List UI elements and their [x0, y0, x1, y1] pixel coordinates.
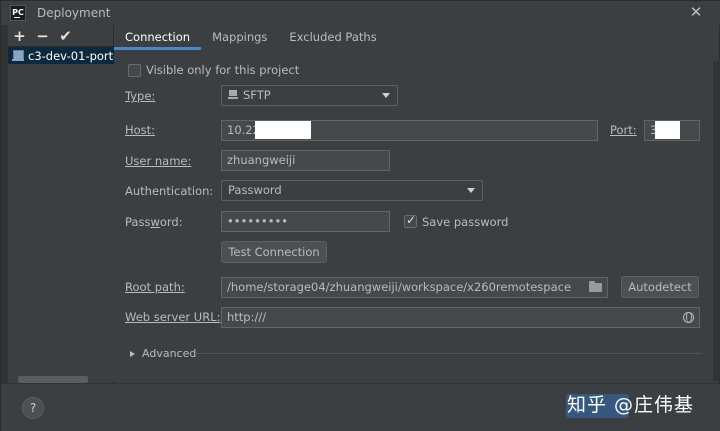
save-password-label: Save password [422, 215, 509, 229]
pycharm-icon: PC [10, 5, 26, 21]
left-edge [1, 25, 8, 385]
watermark: 知乎 @庄伟基 [567, 394, 695, 416]
help-button[interactable]: ? [22, 397, 44, 419]
authentication-label: Authentication: [125, 184, 214, 198]
deployment-dialog: PC Deployment ✕ + − ✔ c3-dev-01-port-f C… [0, 0, 720, 431]
web-server-url-field[interactable]: http:/// [221, 307, 700, 328]
root-path-label: Root path: [125, 280, 185, 294]
web-server-url-label: Web server URL: [125, 310, 221, 324]
tab-excluded-paths[interactable]: Excluded Paths [278, 25, 387, 50]
type-label: Type: [125, 89, 156, 103]
folder-icon[interactable] [589, 281, 602, 292]
port-label: Port: [610, 123, 637, 137]
root-path-field[interactable]: /home/storage04/zhuangweiji/workspace/x2… [221, 277, 608, 298]
advanced-divider [195, 353, 701, 354]
port-redaction [655, 121, 680, 139]
title-bar: PC Deployment ✕ [1, 1, 720, 25]
username-label: User name: [125, 154, 192, 168]
web-server-url-value: http:/// [227, 310, 267, 324]
autodetect-button[interactable]: Autodetect [621, 276, 699, 298]
host-redaction [255, 121, 311, 139]
save-password-checkbox[interactable] [404, 213, 417, 228]
root-path-value: /home/storage04/zhuangweiji/workspace/x2… [227, 280, 572, 294]
tab-bar: Connection Mappings Excluded Paths [114, 25, 720, 50]
sftp-icon [228, 90, 239, 100]
authentication-value: Password [228, 183, 282, 197]
window-title: Deployment [37, 6, 111, 20]
test-connection-button[interactable]: Test Connection [221, 241, 327, 263]
remove-server-button[interactable]: − [36, 28, 49, 44]
server-item-label: c3-dev-01-port-f [28, 48, 114, 63]
visible-only-checkbox[interactable] [128, 64, 141, 77]
close-icon[interactable]: ✕ [687, 3, 705, 21]
server-list-panel: + − ✔ c3-dev-01-port-f [8, 25, 114, 383]
add-server-button[interactable]: + [13, 28, 26, 44]
authentication-combo[interactable]: Password [221, 180, 483, 201]
server-icon [12, 50, 25, 61]
password-field[interactable]: ••••••••• [221, 211, 390, 232]
server-list-scrollbar[interactable] [18, 376, 88, 383]
server-item[interactable]: c3-dev-01-port-f [8, 47, 114, 64]
type-value: SFTP [243, 88, 271, 102]
chevron-down-icon [467, 188, 475, 193]
use-as-default-button[interactable]: ✔ [59, 28, 72, 44]
tab-mappings[interactable]: Mappings [201, 25, 278, 50]
host-label: Host: [125, 123, 156, 137]
advanced-label: Advanced [142, 347, 197, 360]
connection-panel: Visible only for this project Type: SFTP… [114, 50, 720, 383]
password-label: Password: [125, 215, 183, 229]
tab-connection[interactable]: Connection [114, 25, 202, 50]
type-combo[interactable]: SFTP [221, 85, 398, 106]
right-edge [713, 61, 720, 381]
advanced-toggle[interactable]: Advanced [130, 347, 196, 360]
chevron-down-icon [382, 93, 390, 98]
server-list: c3-dev-01-port-f [8, 46, 114, 381]
username-field[interactable]: zhuangweiji [221, 150, 390, 171]
username-value: zhuangweiji [227, 153, 296, 167]
server-toolbar: + − ✔ [8, 25, 113, 46]
globe-icon[interactable] [683, 312, 694, 323]
chevron-right-icon [130, 350, 135, 357]
password-value: ••••••••• [227, 214, 289, 228]
visible-only-label: Visible only for this project [146, 63, 300, 77]
